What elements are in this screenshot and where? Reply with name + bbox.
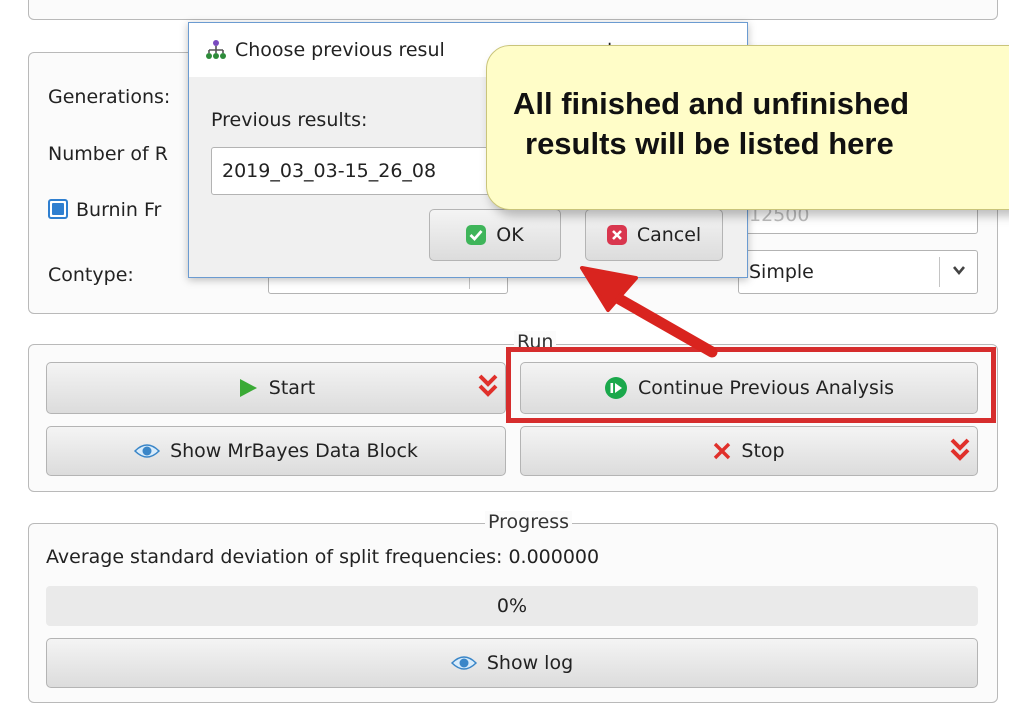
progress-legend: Progress	[485, 511, 573, 533]
stop-button[interactable]: Stop	[520, 426, 978, 476]
cancel-x-icon	[606, 225, 627, 245]
expand-chevrons-icon[interactable]	[478, 373, 498, 399]
show-log-label: Show log	[486, 652, 574, 674]
stop-label: Stop	[741, 440, 785, 462]
callout-tooltip: All finished and unfinished results will…	[486, 45, 1009, 210]
hierarchy-icon	[205, 39, 227, 61]
split-frequency-stat: Average standard deviation of split freq…	[46, 546, 600, 568]
ok-button[interactable]: OK	[429, 209, 561, 261]
show-log-button[interactable]: Show log	[46, 638, 978, 688]
selected-result: 2019_03_03-15_26_08	[222, 160, 437, 182]
ok-label: OK	[496, 224, 524, 246]
number-of-runs-label: Number of R	[48, 143, 168, 165]
contype-value: Simple	[749, 261, 814, 283]
progress-bar: 0%	[46, 586, 978, 626]
burnin-checkbox[interactable]	[48, 199, 68, 219]
dialog-title: Choose previous resul	[235, 39, 445, 61]
show-data-block-label: Show MrBayes Data Block	[170, 440, 418, 462]
select-divider	[939, 257, 940, 287]
arrow-shaft	[608, 290, 718, 358]
expand-chevrons-icon[interactable]	[950, 437, 970, 463]
contype-select[interactable]: Simple	[738, 250, 978, 294]
start-label: Start	[268, 377, 316, 399]
progress-percent: 0%	[496, 595, 528, 617]
annotation-arrow	[580, 266, 718, 358]
play-icon	[237, 377, 259, 399]
start-button[interactable]: Start	[46, 362, 506, 414]
callout-line-2: results will be listed here	[525, 126, 894, 161]
previous-results-label: Previous results:	[211, 109, 368, 131]
callout-line-1: All finished and unfinished	[513, 86, 910, 121]
generations-label: Generations:	[48, 86, 171, 108]
checkbox-checked-mark	[52, 203, 64, 215]
top-panel	[28, 0, 998, 20]
check-icon	[466, 225, 487, 245]
previous-results-select[interactable]: 2019_03_03-15_26_08	[211, 147, 513, 195]
burnin-label: Burnin Fr	[76, 199, 162, 221]
show-data-block-button[interactable]: Show MrBayes Data Block	[46, 426, 506, 476]
eye-icon	[450, 654, 477, 672]
cancel-label: Cancel	[636, 224, 702, 246]
contype-label: Contype:	[48, 264, 134, 286]
close-x-icon	[713, 442, 731, 460]
chevron-down-icon[interactable]	[952, 263, 966, 277]
eye-icon	[134, 442, 161, 460]
